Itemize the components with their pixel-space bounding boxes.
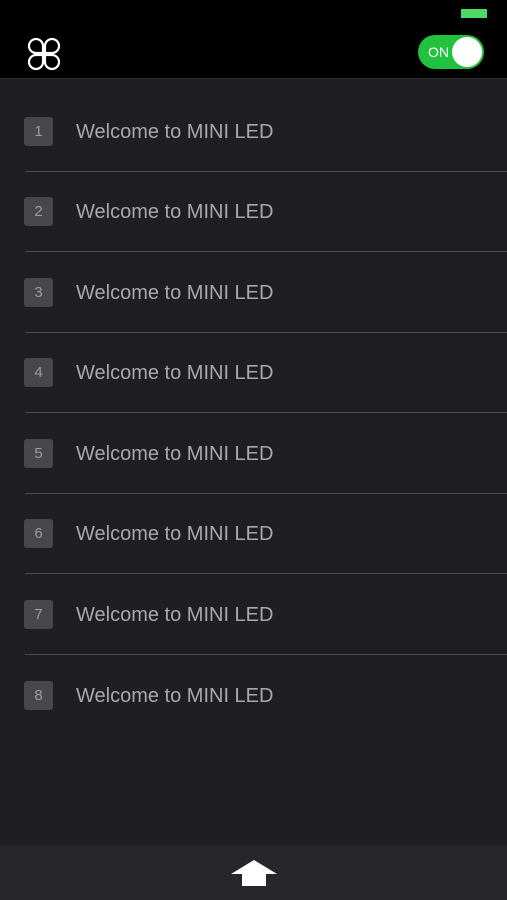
list-item[interactable]: 7 Welcome to MINI LED (0, 575, 507, 655)
list-item[interactable]: 2 Welcome to MINI LED (0, 172, 507, 252)
divider (25, 251, 507, 252)
item-number-badge: 8 (24, 681, 53, 710)
item-label: Welcome to MINI LED (76, 443, 274, 465)
item-label: Welcome to MINI LED (76, 604, 274, 626)
list-item[interactable]: 1 Welcome to MINI LED (0, 92, 507, 172)
toggle-knob (452, 37, 482, 67)
item-label: Welcome to MINI LED (76, 362, 274, 384)
item-label: Welcome to MINI LED (76, 121, 274, 143)
divider (25, 573, 507, 574)
list-item[interactable]: 5 Welcome to MINI LED (0, 414, 507, 494)
arrow-up-icon[interactable] (231, 860, 277, 886)
item-number-badge: 7 (24, 600, 53, 629)
clover-icon[interactable] (26, 36, 62, 72)
list-item[interactable]: 4 Welcome to MINI LED (0, 333, 507, 413)
list-item[interactable]: 8 Welcome to MINI LED (0, 656, 507, 736)
item-number-badge: 4 (24, 358, 53, 387)
list-item[interactable]: 6 Welcome to MINI LED (0, 494, 507, 574)
power-toggle[interactable]: ON (418, 35, 484, 69)
divider (25, 654, 507, 655)
item-number-badge: 6 (24, 519, 53, 548)
item-label: Welcome to MINI LED (76, 685, 274, 707)
item-number-badge: 3 (24, 278, 53, 307)
list-item[interactable]: 3 Welcome to MINI LED (0, 253, 507, 333)
item-label: Welcome to MINI LED (76, 282, 274, 304)
item-label: Welcome to MINI LED (76, 201, 274, 223)
item-number-badge: 2 (24, 197, 53, 226)
bottom-bar (0, 846, 507, 900)
item-number-badge: 1 (24, 117, 53, 146)
header: ON (0, 28, 507, 79)
message-list: 1 Welcome to MINI LED 2 Welcome to MINI … (0, 79, 507, 846)
item-number-badge: 5 (24, 439, 53, 468)
status-bar (0, 0, 507, 28)
item-label: Welcome to MINI LED (76, 523, 274, 545)
battery-icon (461, 9, 487, 18)
divider (25, 412, 507, 413)
power-toggle-label: ON (428, 44, 449, 60)
